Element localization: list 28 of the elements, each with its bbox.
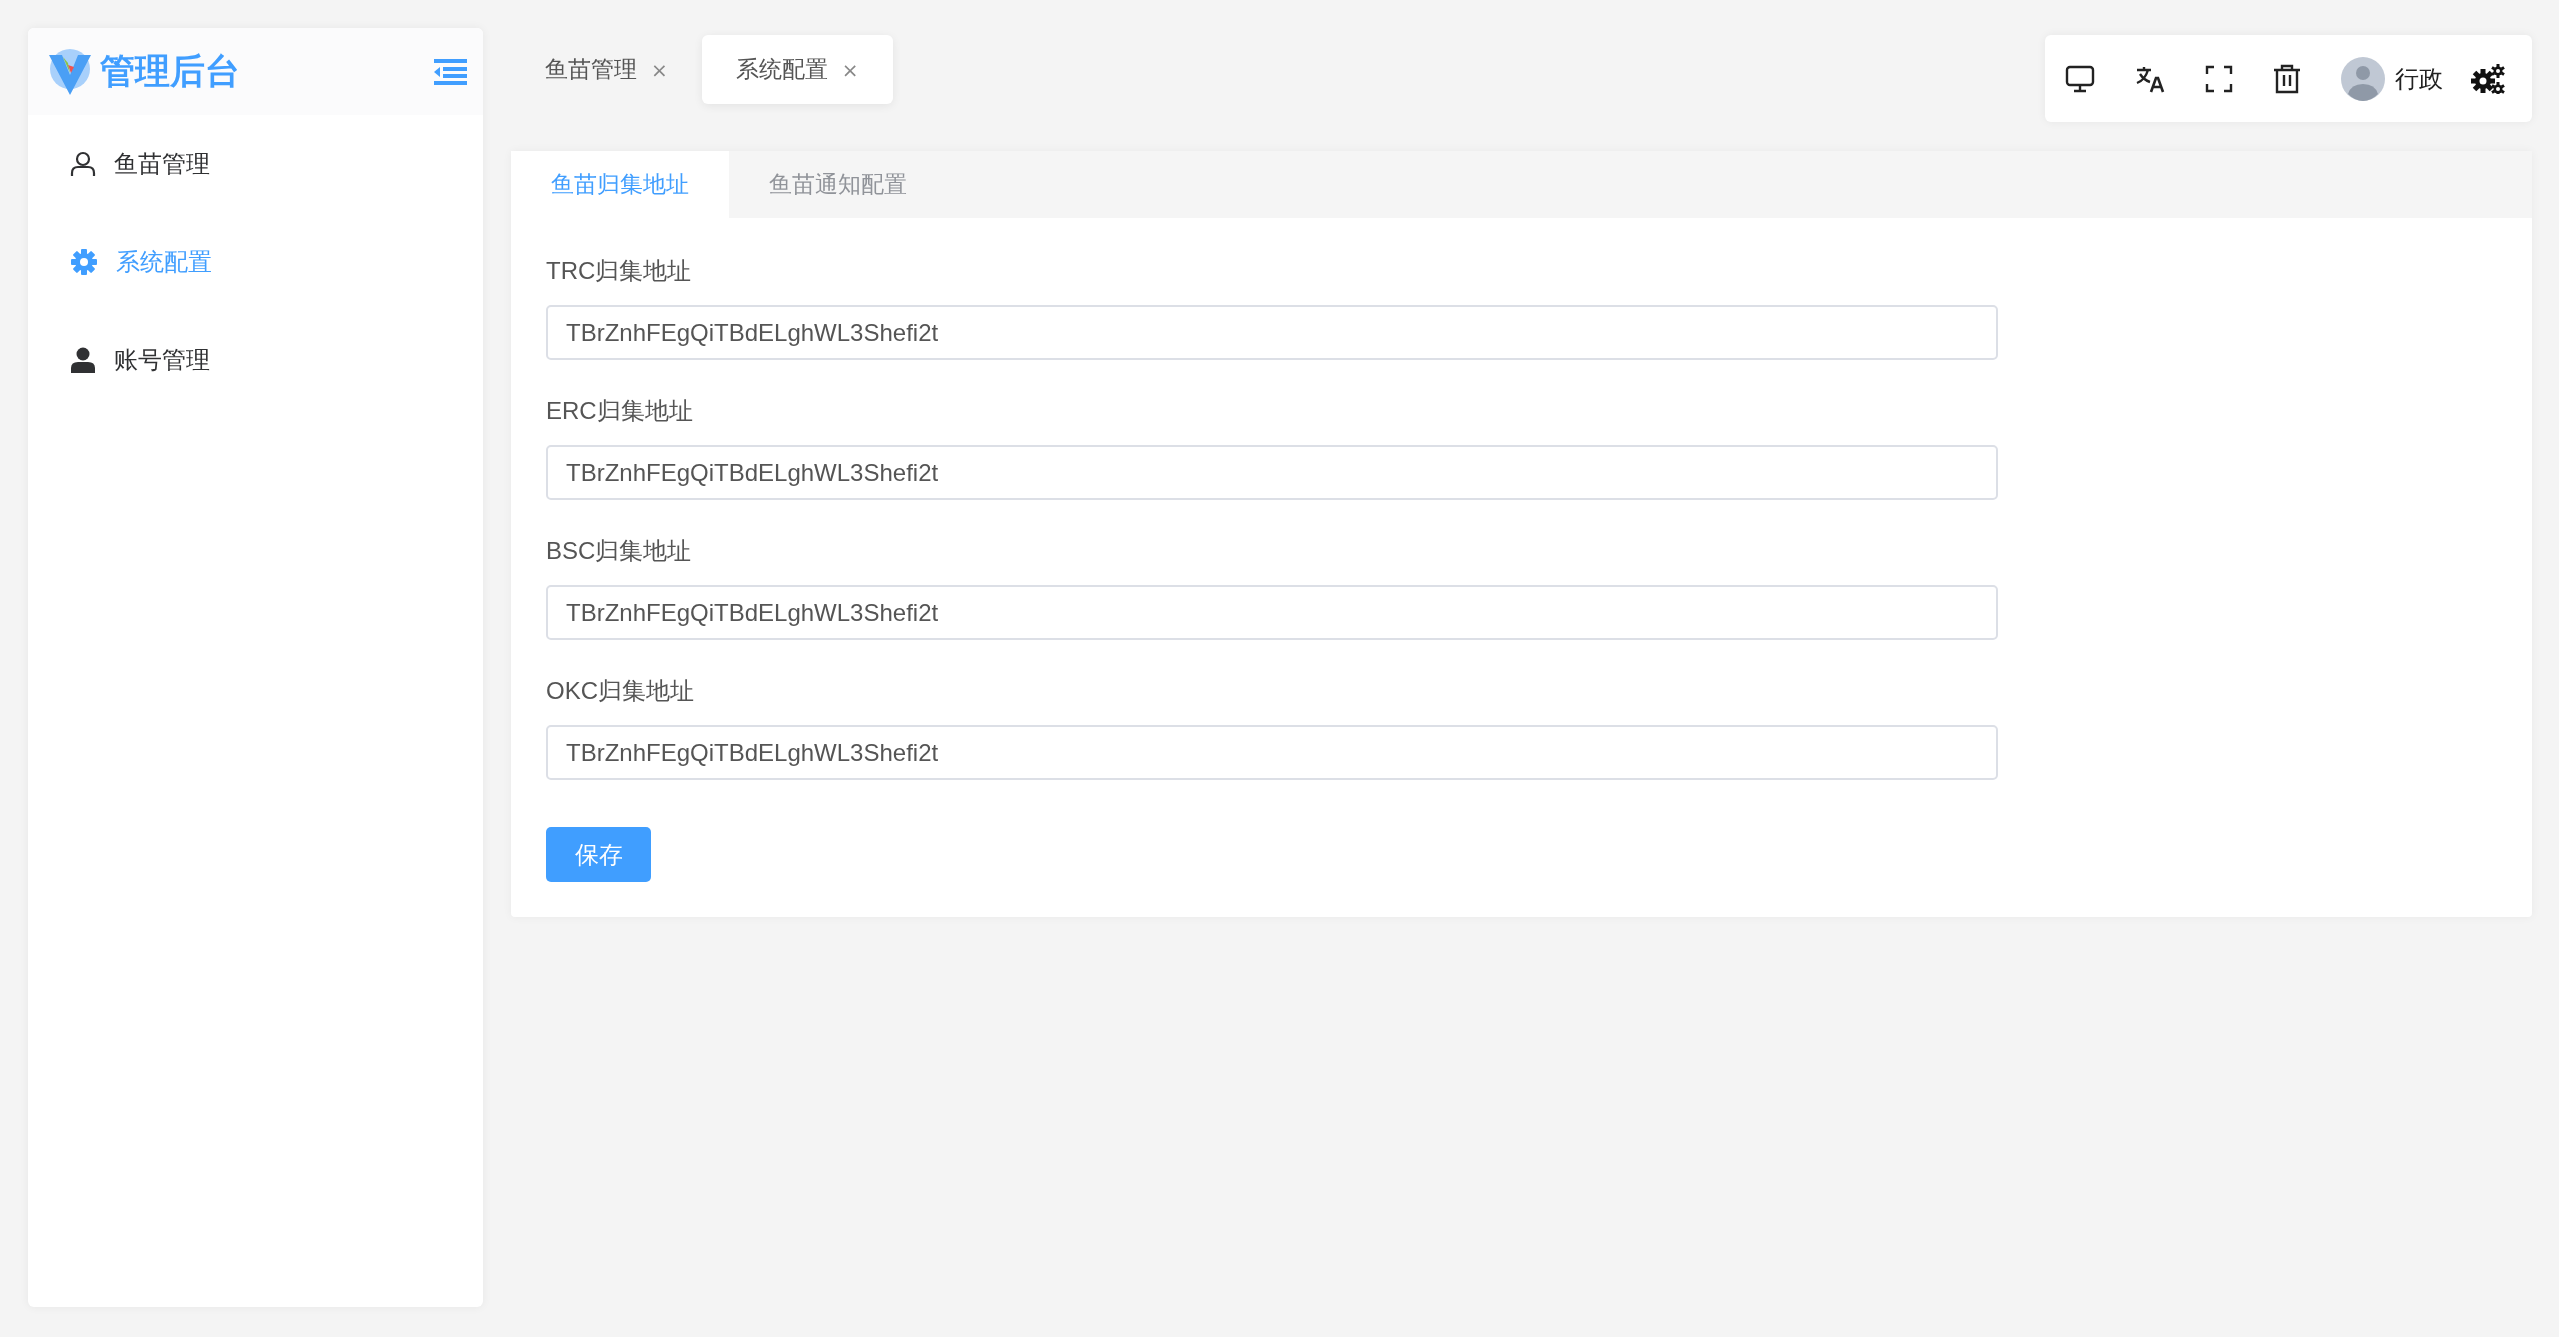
user-name[interactable]: 行政	[2395, 62, 2443, 95]
user-icon	[70, 347, 96, 373]
user-icon	[70, 151, 96, 177]
monitor-icon[interactable]	[2065, 64, 2095, 93]
field-label: BSC归集地址	[546, 536, 693, 566]
field-label: ERC归集地址	[546, 396, 694, 426]
input-field[interactable]: TBrZnhFEgQiTBdELghWL3Shefi2t	[546, 305, 1998, 360]
settings-icon[interactable]	[2471, 63, 2505, 94]
avatar-icon[interactable]	[2341, 56, 2385, 101]
menu-item[interactable]: 鱼苗管理	[28, 115, 483, 213]
fullscreen-icon[interactable]	[2205, 64, 2233, 93]
close-icon[interactable]: ×	[841, 57, 859, 82]
logo-icon	[48, 48, 92, 95]
input-field[interactable]: TBrZnhFEgQiTBdELghWL3Shefi2t	[546, 585, 1998, 640]
page-tab[interactable]: 鱼苗管理 ×	[511, 35, 702, 104]
menu-item[interactable]: 账号管理	[28, 311, 483, 409]
tab-label: 系统配置	[735, 55, 828, 84]
page-tab[interactable]: 系统配置 ×	[701, 35, 893, 104]
trash-icon[interactable]	[2273, 63, 2301, 94]
menu-collapse-icon[interactable]	[434, 58, 467, 85]
input-field[interactable]: TBrZnhFEgQiTBdELghWL3Shefi2t	[546, 445, 1998, 500]
translate-icon[interactable]	[2135, 64, 2165, 93]
field-label: OKC归集地址	[546, 676, 695, 706]
tab-label: 鱼苗管理	[545, 55, 637, 84]
settings-icon	[70, 248, 98, 276]
app-title: 管理后台	[100, 50, 240, 93]
input-field[interactable]: TBrZnhFEgQiTBdELghWL3Shefi2t	[546, 725, 1998, 780]
field-label: TRC归集地址	[546, 256, 693, 286]
